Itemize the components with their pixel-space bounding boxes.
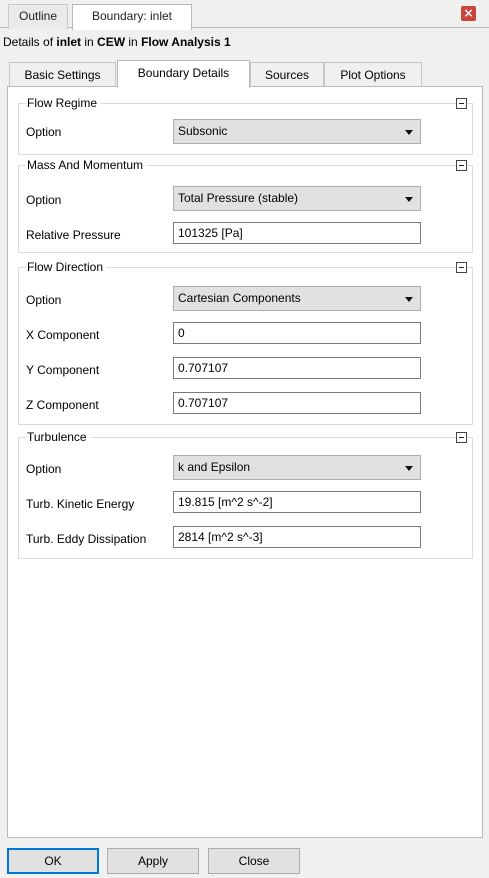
flow-regime-title: Flow Regime (26, 96, 101, 110)
close-button[interactable]: Close (208, 848, 300, 874)
mass-momentum-title: Mass And Momentum (26, 158, 147, 172)
turbulence-option-value: k and Epsilon (178, 460, 251, 474)
close-icon[interactable]: × (461, 6, 476, 21)
y-component-input[interactable] (173, 357, 421, 379)
turb-kinetic-energy-input[interactable] (173, 491, 421, 513)
flow-direction-option-value: Cartesian Components (178, 291, 301, 305)
flow-direction-title: Flow Direction (26, 260, 107, 274)
turb-kinetic-energy-label: Turb. Kinetic Energy (26, 497, 135, 511)
collapse-icon[interactable] (456, 160, 467, 171)
chevron-down-icon (405, 130, 413, 135)
relative-pressure-input[interactable] (173, 222, 421, 244)
mass-momentum-option-value: Total Pressure (stable) (178, 191, 299, 205)
flow-direction-option-label: Option (26, 293, 62, 307)
x-component-input[interactable] (173, 322, 421, 344)
turbulence-option-label: Option (26, 462, 62, 476)
turbulence-group: Turbulence Option k and Epsilon Turb. Ki… (18, 430, 473, 559)
details-in: in (125, 35, 142, 49)
chevron-down-icon (405, 197, 413, 202)
flow-regime-option-select[interactable]: Subsonic (173, 119, 421, 144)
y-component-label: Y Component (26, 363, 100, 377)
boundary-details-pane: Flow Regime Option Subsonic Mass And Mom… (7, 86, 483, 838)
tab-outline[interactable]: Outline (8, 4, 68, 29)
mass-momentum-option-label: Option (26, 193, 62, 207)
relative-pressure-label: Relative Pressure (26, 228, 121, 242)
tab-boundary-inlet[interactable]: Boundary: inlet (72, 4, 192, 30)
tab-basic-settings[interactable]: Basic Settings (9, 62, 116, 87)
collapse-icon[interactable] (456, 432, 467, 443)
turb-eddy-dissipation-input[interactable] (173, 526, 421, 548)
x-component-label: X Component (26, 328, 100, 342)
flow-direction-group: Flow Direction Option Cartesian Componen… (18, 260, 473, 425)
ok-button[interactable]: OK (7, 848, 99, 874)
details-in: in (81, 35, 98, 49)
z-component-label: Z Component (26, 398, 99, 412)
chevron-down-icon (405, 297, 413, 302)
tab-boundary-details[interactable]: Boundary Details (117, 60, 250, 88)
chevron-down-icon (405, 466, 413, 471)
details-prefix: Details of (3, 35, 57, 49)
flow-direction-option-select[interactable]: Cartesian Components (173, 286, 421, 311)
details-tab-bar: Basic Settings Boundary Details Sources … (7, 60, 483, 88)
apply-button[interactable]: Apply (107, 848, 199, 874)
turbulence-title: Turbulence (26, 430, 90, 444)
details-analysis: Flow Analysis 1 (141, 35, 231, 49)
flow-regime-option-label: Option (26, 125, 62, 139)
mass-momentum-group: Mass And Momentum Option Total Pressure … (18, 158, 473, 253)
flow-regime-group: Flow Regime Option Subsonic (18, 96, 473, 155)
mass-momentum-option-select[interactable]: Total Pressure (stable) (173, 186, 421, 211)
collapse-icon[interactable] (456, 262, 467, 273)
z-component-input[interactable] (173, 392, 421, 414)
collapse-icon[interactable] (456, 98, 467, 109)
turbulence-option-select[interactable]: k and Epsilon (173, 455, 421, 480)
details-object: inlet (56, 35, 82, 49)
panel-tab-bar: Outline Boundary: inlet × (0, 0, 489, 30)
tab-sources[interactable]: Sources (250, 62, 324, 87)
turb-eddy-dissipation-label: Turb. Eddy Dissipation (26, 532, 147, 546)
tab-plot-options[interactable]: Plot Options (324, 62, 422, 87)
details-header: Details of inlet in CEW in Flow Analysis… (3, 35, 231, 49)
flow-regime-option-value: Subsonic (178, 124, 228, 138)
details-domain: CEW (97, 35, 126, 49)
